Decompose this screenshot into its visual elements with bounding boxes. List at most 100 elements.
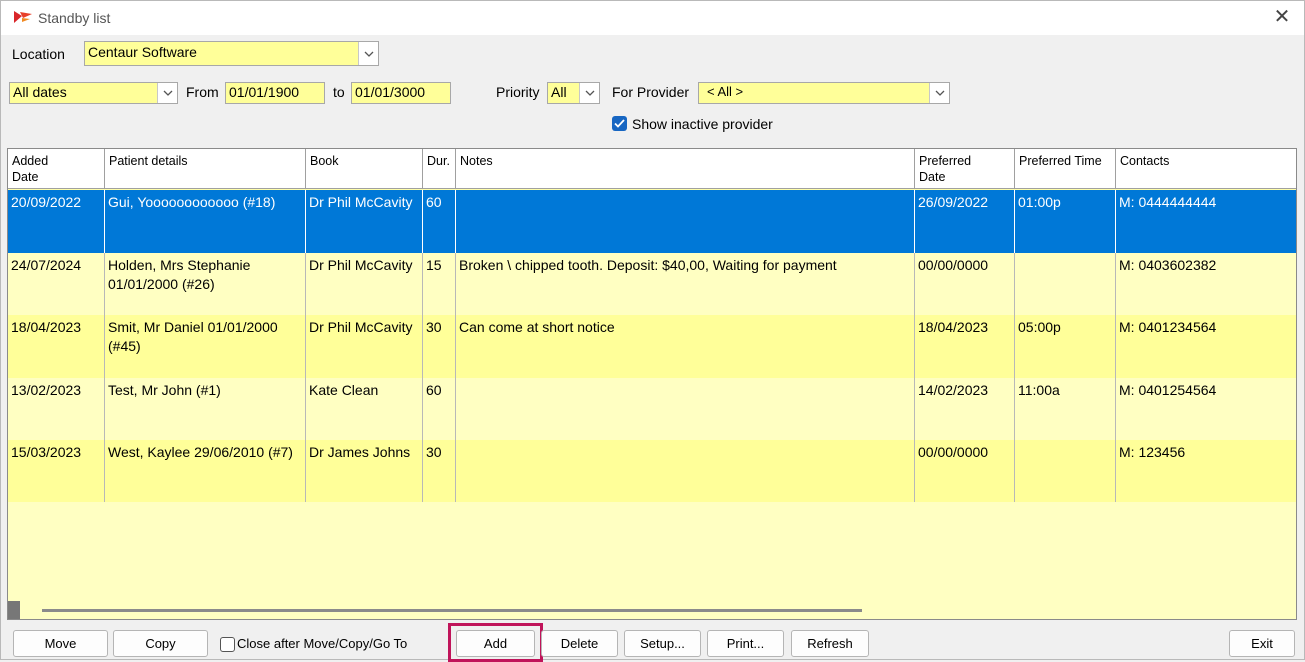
cell-patient-details: Smit, Mr Daniel 01/01/2000 (#45) xyxy=(105,315,306,378)
chevron-down-icon[interactable] xyxy=(157,83,177,103)
column-header-contacts[interactable]: Contacts xyxy=(1116,149,1296,189)
column-header-label: Patient details xyxy=(109,154,188,168)
move-button[interactable]: Move xyxy=(13,630,108,657)
column-header-label: Preferred Time xyxy=(1019,154,1102,168)
column-header-duration[interactable]: Dur. xyxy=(423,149,456,189)
close-after-label: Close after Move/Copy/Go To xyxy=(237,636,408,651)
column-header-notes[interactable]: Notes xyxy=(456,149,915,189)
column-header-preferred-date[interactable]: Preferred Date xyxy=(915,149,1015,189)
cell-preferred-time xyxy=(1015,252,1116,316)
priority-select[interactable]: All xyxy=(547,82,600,104)
column-header-patient-details[interactable]: Patient details xyxy=(105,149,306,189)
cell-preferred-date: 18/04/2023 xyxy=(915,315,1015,378)
cell-notes: Can come at short notice xyxy=(456,315,915,378)
cell-contacts: M: 123456 xyxy=(1119,444,1186,460)
cell-duration: 30 xyxy=(423,440,456,503)
column-header-label: Added xyxy=(12,154,49,168)
close-after-checkbox[interactable] xyxy=(220,637,235,652)
cell-book: Dr Phil McCavity xyxy=(306,190,423,253)
title-bar: Standby list ✕ xyxy=(1,1,1304,35)
print-button[interactable]: Print... xyxy=(707,630,784,657)
standby-grid: Added Date Patient details Book Dur. Notes Pre… xyxy=(7,148,1297,620)
cell-contacts: M: 0401254564 xyxy=(1119,381,1217,398)
scrollbar-corner xyxy=(8,601,20,619)
cell-added-date: 20/09/2022 xyxy=(8,190,105,253)
chevron-down-icon[interactable] xyxy=(929,83,949,103)
location-label: Location xyxy=(12,46,65,62)
cell-added-date: 24/07/2024 xyxy=(8,252,105,316)
location-value: Centaur Software xyxy=(88,44,197,60)
cell-contacts: M: 0403602382 xyxy=(1119,256,1217,273)
cell-book: Dr Phil McCavity xyxy=(306,252,423,316)
column-header-label: Dur. xyxy=(427,154,450,168)
cell-patient-details: West, Kaylee 29/06/2010 (#7) xyxy=(105,440,306,503)
cell-preferred-date: 00/00/0000 xyxy=(915,440,1015,503)
column-header-label: Book xyxy=(310,154,339,168)
column-header-added-date[interactable]: Added Date xyxy=(8,149,105,189)
table-row[interactable]: 20/09/2022 Gui, Yoooooooooooo (#18) Dr Phi… xyxy=(8,190,1296,253)
cell-duration: 60 xyxy=(423,190,456,253)
grid-empty-area xyxy=(8,502,1296,602)
cell-notes: Broken \ chipped tooth. Deposit: $40,00,… xyxy=(456,252,915,316)
from-date-input[interactable]: 01/01/1900 xyxy=(225,82,325,104)
table-row[interactable]: 13/02/2023 Test, Mr John (#1) Kate Clean 60… xyxy=(8,377,1296,441)
cell-book: Dr James Johns xyxy=(306,440,423,503)
provider-select[interactable]: < All > xyxy=(698,82,950,104)
cell-contacts: M: 0444444444 xyxy=(1119,194,1217,210)
show-inactive-checkbox[interactable] xyxy=(612,116,627,131)
column-header-label: Date xyxy=(919,170,946,184)
column-header-book[interactable]: Book xyxy=(306,149,423,189)
to-label: to xyxy=(333,84,345,100)
scrollbar-thumb[interactable] xyxy=(42,609,862,612)
delete-button[interactable]: Delete xyxy=(541,630,618,657)
date-range-select[interactable]: All dates xyxy=(9,82,178,104)
column-header-label: Preferred xyxy=(919,154,972,168)
show-inactive-label: Show inactive provider xyxy=(632,116,773,132)
cell-notes xyxy=(456,440,915,503)
column-header-label: Notes xyxy=(460,154,493,168)
chevron-down-icon[interactable] xyxy=(358,42,378,65)
column-header-label: Date xyxy=(12,170,39,184)
cell-book: Kate Clean xyxy=(306,377,423,441)
priority-label: Priority xyxy=(496,84,540,100)
cell-added-date: 15/03/2023 xyxy=(8,440,105,503)
cell-notes xyxy=(456,190,915,253)
table-row[interactable]: 18/04/2023 Smit, Mr Daniel 01/01/2000 (#4… xyxy=(8,315,1296,378)
table-row[interactable]: 15/03/2023 West, Kaylee 29/06/2010 (#7) Dr… xyxy=(8,440,1296,503)
cell-patient-details: Gui, Yoooooooooooo (#18) xyxy=(105,190,306,253)
cell-duration: 60 xyxy=(423,377,456,441)
from-label: From xyxy=(186,84,219,100)
cell-preferred-time: 05:00p xyxy=(1015,315,1116,378)
cell-preferred-date: 26/09/2022 xyxy=(915,190,1015,253)
cell-preferred-date: 00/00/0000 xyxy=(915,252,1015,316)
provider-value: < All > xyxy=(707,84,744,99)
grid-header: Added Date Patient details Book Dur. Notes Pre… xyxy=(8,149,1296,189)
copy-button[interactable]: Copy xyxy=(113,630,208,657)
app-logo-icon xyxy=(13,9,33,25)
to-date-input[interactable]: 01/01/3000 xyxy=(351,82,451,104)
location-select[interactable]: Centaur Software xyxy=(84,41,379,66)
priority-value: All xyxy=(551,84,567,100)
column-header-preferred-time[interactable]: Preferred Time xyxy=(1015,149,1116,189)
window-title: Standby list xyxy=(38,10,111,26)
table-row[interactable]: 24/07/2024 Holden, Mrs Stephanie 01/01/20… xyxy=(8,252,1296,316)
cell-preferred-time xyxy=(1015,440,1116,503)
refresh-button[interactable]: Refresh xyxy=(791,630,869,657)
cell-patient-details: Test, Mr John (#1) xyxy=(105,377,306,441)
horizontal-scrollbar[interactable] xyxy=(8,601,1296,619)
exit-button[interactable]: Exit xyxy=(1229,630,1295,657)
cell-book: Dr Phil McCavity xyxy=(306,315,423,378)
chevron-down-icon[interactable] xyxy=(579,83,599,103)
cell-preferred-time: 01:00p xyxy=(1015,190,1116,253)
column-header-label: Contacts xyxy=(1120,154,1170,168)
provider-label: For Provider xyxy=(612,84,690,100)
cell-contacts: M: 0401234564 xyxy=(1119,319,1217,335)
cell-duration: 30 xyxy=(423,315,456,378)
close-icon[interactable]: ✕ xyxy=(1272,7,1292,27)
setup-button[interactable]: Setup... xyxy=(624,630,701,657)
date-range-value: All dates xyxy=(13,84,67,100)
standby-list-window: Standby list ✕ Location Centaur Software… xyxy=(0,0,1305,662)
add-button-highlight xyxy=(448,623,543,662)
cell-preferred-date: 14/02/2023 xyxy=(915,377,1015,441)
cell-patient-details: Holden, Mrs Stephanie 01/01/2000 (#26) xyxy=(105,252,306,316)
